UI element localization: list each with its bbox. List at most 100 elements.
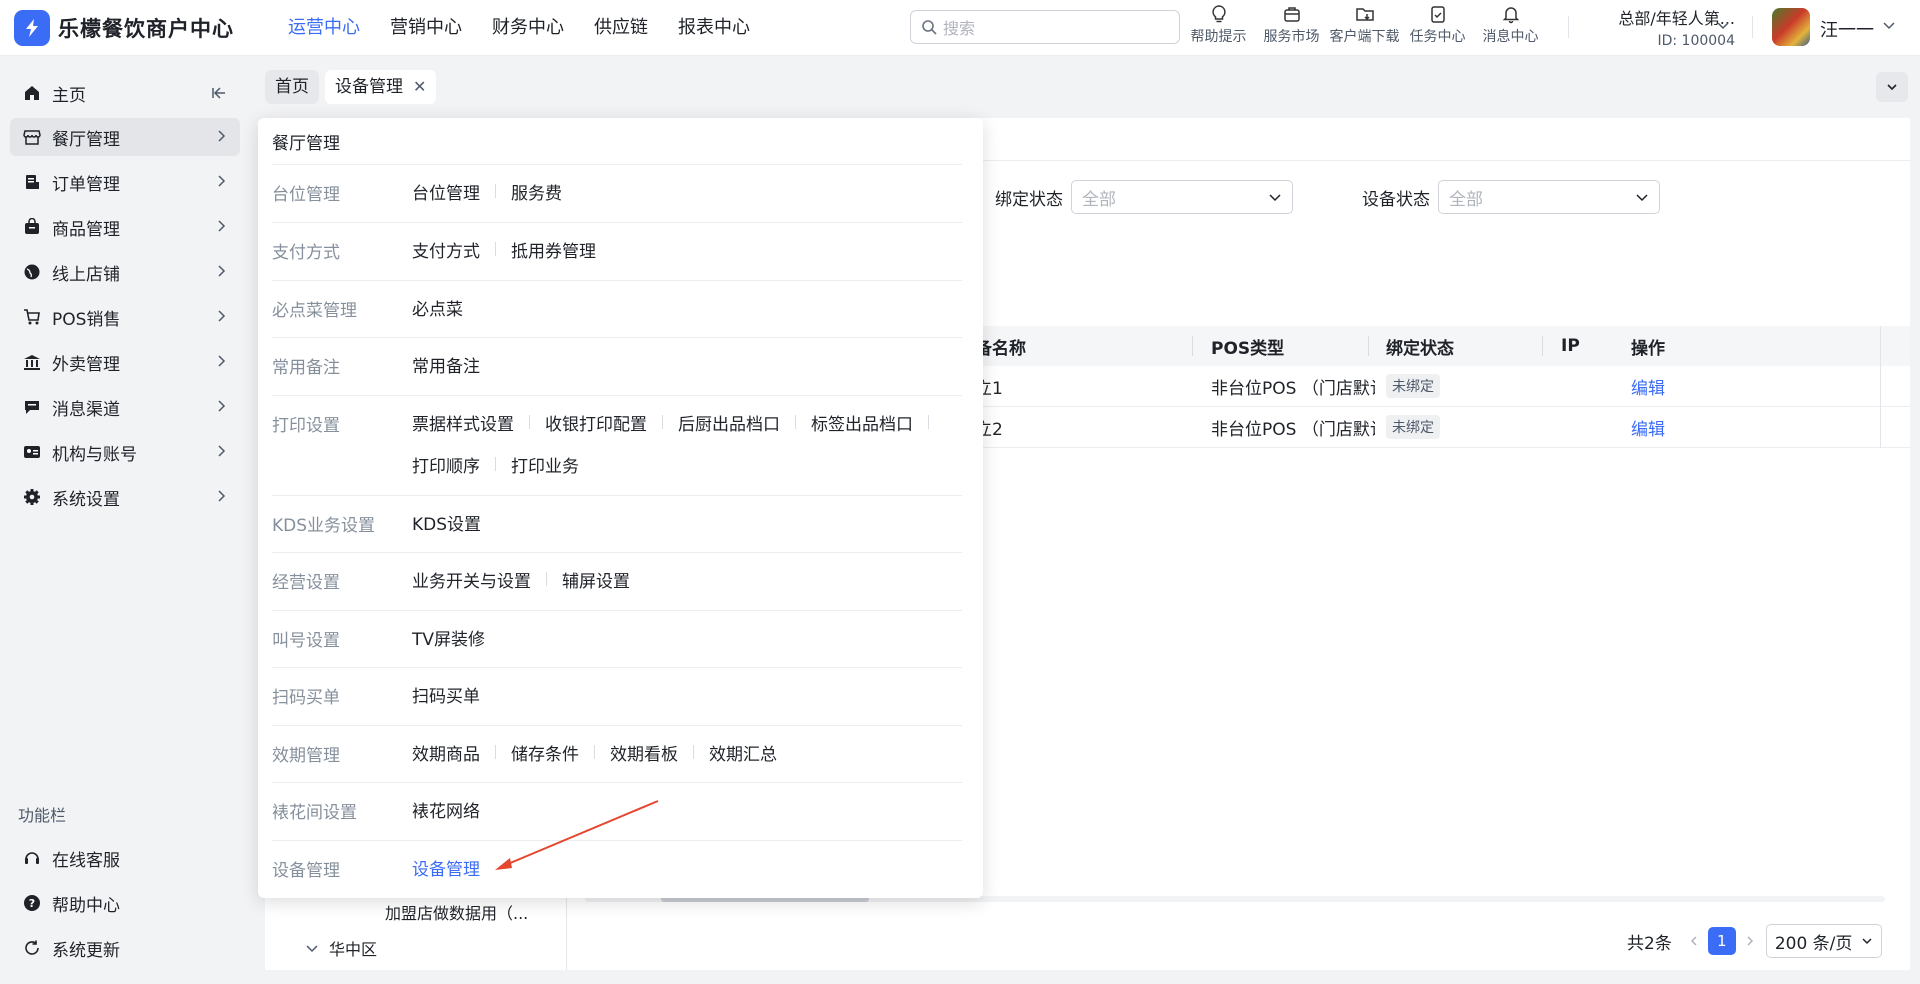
tool-label: 客户端下载: [1329, 29, 1400, 45]
bind-status-select[interactable]: 全部: [1071, 180, 1293, 214]
status-badge: 未绑定: [1386, 415, 1440, 439]
download-folder-icon: [1355, 8, 1374, 21]
edit-link[interactable]: 编辑: [1631, 374, 1665, 399]
bulb-icon: [1211, 5, 1226, 23]
tab-device-management[interactable]: 设备管理 ✕: [325, 70, 437, 104]
store-bag-icon: [1283, 7, 1300, 22]
select-value: 全部: [1449, 189, 1483, 210]
svg-text:?: ?: [29, 897, 35, 910]
tool-client-download[interactable]: 客户端下载: [1328, 4, 1401, 46]
table-row[interactable]: 立1 非台位POS （门店默认 未绑定 编辑: [975, 366, 1910, 407]
cell-actions: 编辑: [1620, 366, 1910, 406]
avatar[interactable]: [1772, 8, 1810, 46]
chevron-down-icon: [1862, 938, 1872, 945]
close-icon[interactable]: ✕: [413, 77, 426, 96]
chevron-down-icon[interactable]: [1882, 18, 1896, 32]
sidebar-item-products[interactable]: 商品管理: [10, 208, 240, 246]
sidebar-item-system-update[interactable]: 系统更新: [10, 929, 240, 967]
sidebar-item-label: 订单管理: [52, 174, 120, 195]
search-placeholder: 搜索: [943, 19, 976, 38]
topnav-supply-chain[interactable]: 供应链: [594, 0, 648, 56]
tool-label: 任务中心: [1409, 29, 1466, 45]
top-nav: 运营中心 营销中心 财务中心 供应链 报表中心: [288, 0, 780, 56]
gear-icon: [22, 487, 42, 507]
filter-label: 绑定状态: [995, 189, 1063, 210]
chevron-right-icon[interactable]: [1744, 935, 1756, 947]
collapse-sidebar-icon[interactable]: [210, 84, 228, 102]
globe-icon: [22, 262, 42, 282]
search-input[interactable]: 搜索: [910, 10, 1180, 44]
sidebar-item-system-settings[interactable]: 系统设置: [10, 478, 240, 516]
tool-task-center[interactable]: 任务中心: [1401, 4, 1474, 46]
org-switcher[interactable]: 总部/年轻人第... ID: 100004: [1585, 5, 1735, 49]
sidebar-item-label: 在线客服: [52, 850, 120, 871]
filter-label: 设备状态: [1362, 189, 1430, 210]
cart-icon: [22, 307, 42, 327]
chevron-right-icon: [218, 355, 226, 367]
order-icon: [22, 172, 42, 192]
tree-item[interactable]: 加盟店做数据用（...: [385, 900, 528, 924]
column-header-bind-status: 绑定状态: [1386, 338, 1454, 359]
fixed-column-divider: [1880, 326, 1881, 448]
sidebar-item-label: 系统更新: [52, 940, 120, 961]
tool-service-market[interactable]: 服务市场: [1255, 4, 1328, 46]
cell-pos-type: 非台位POS （门店默认: [1211, 378, 1375, 399]
sidebar-item-label: 商品管理: [52, 219, 120, 240]
chat-icon: [22, 397, 42, 417]
sidebar-item-help-center[interactable]: ? 帮助中心: [10, 884, 240, 922]
sidebar-item-message-channels[interactable]: 消息渠道: [10, 388, 240, 426]
restaurant-management-flyout: 餐厅管理 台位管理 台位管理 服务费 支付方式 支付方式 抵用券管理 必点菜管理…: [258, 118, 983, 898]
sidebar-item-label: 帮助中心: [52, 895, 120, 916]
user-name[interactable]: 汪一一: [1820, 16, 1874, 42]
search-icon: [922, 20, 937, 35]
tab-home[interactable]: 首页: [265, 70, 319, 104]
sidebar-item-orders[interactable]: 订单管理: [10, 163, 240, 201]
status-badge: 未绑定: [1386, 374, 1440, 398]
sidebar-item-online-store[interactable]: 线上店铺: [10, 253, 240, 291]
page-number-current[interactable]: 1: [1707, 927, 1736, 955]
bell-icon: [1502, 7, 1519, 24]
tool-help-tips[interactable]: 帮助提示: [1182, 4, 1255, 46]
org-name: 总部/年轻人第...: [1618, 9, 1735, 28]
column-header-actions: 操作: [1631, 338, 1665, 359]
topnav-marketing[interactable]: 营销中心: [390, 0, 462, 56]
topnav-finance[interactable]: 财务中心: [492, 0, 564, 56]
cell-pos-type: 非台位POS （门店默认: [1211, 419, 1375, 440]
sidebar-section-title: 功能栏: [18, 806, 67, 825]
storefront-icon: [22, 127, 42, 147]
sidebar-item-pos-sales[interactable]: POS销售: [10, 298, 240, 336]
id-card-icon: [22, 442, 42, 462]
app-title: 乐檬餐饮商户中心: [58, 16, 234, 41]
cell-device-name: 立1: [975, 378, 1003, 399]
cell-actions: 编辑: [1620, 407, 1910, 447]
page-tabs: 首页 设备管理 ✕: [265, 70, 442, 104]
help-icon: ?: [22, 893, 42, 913]
bag-icon: [22, 217, 42, 237]
edit-link[interactable]: 编辑: [1631, 415, 1665, 440]
tree-item[interactable]: 华中区: [305, 936, 377, 960]
pagination: 共2条 1 200 条/页: [1627, 924, 1882, 958]
sidebar-item-online-support[interactable]: 在线客服: [10, 839, 240, 877]
sidebar-item-takeout[interactable]: 外卖管理: [10, 343, 240, 381]
device-status-select[interactable]: 全部: [1438, 180, 1660, 214]
chevron-down-icon[interactable]: [1716, 18, 1730, 32]
tabs-menu-button[interactable]: [1876, 72, 1908, 102]
chevron-left-icon[interactable]: [1688, 935, 1700, 947]
header-divider: [1752, 16, 1753, 38]
sidebar-item-label: 外卖管理: [52, 354, 120, 375]
sidebar-item-home[interactable]: 主页: [10, 74, 240, 112]
sidebar-item-label: 线上店铺: [52, 264, 120, 285]
cell-bind-status: 未绑定: [1375, 407, 1550, 447]
sidebar-item-restaurant[interactable]: 餐厅管理: [10, 118, 240, 156]
table-row[interactable]: 立2 非台位POS （门店默认 未绑定 编辑: [975, 407, 1910, 448]
sidebar-item-org-accounts[interactable]: 机构与账号: [10, 433, 240, 471]
topnav-reports[interactable]: 报表中心: [678, 0, 750, 56]
topnav-operations[interactable]: 运营中心: [288, 0, 360, 56]
tool-label: 服务市场: [1263, 29, 1320, 45]
column-divider: [1542, 336, 1543, 356]
page-size-select[interactable]: 200 条/页: [1765, 924, 1882, 958]
filter-device-status: 设备状态 全部: [1362, 180, 1660, 214]
tool-message-center[interactable]: 消息中心: [1474, 4, 1547, 46]
column-divider: [1192, 336, 1193, 356]
app-logo[interactable]: 乐檬餐饮商户中心: [14, 9, 254, 46]
